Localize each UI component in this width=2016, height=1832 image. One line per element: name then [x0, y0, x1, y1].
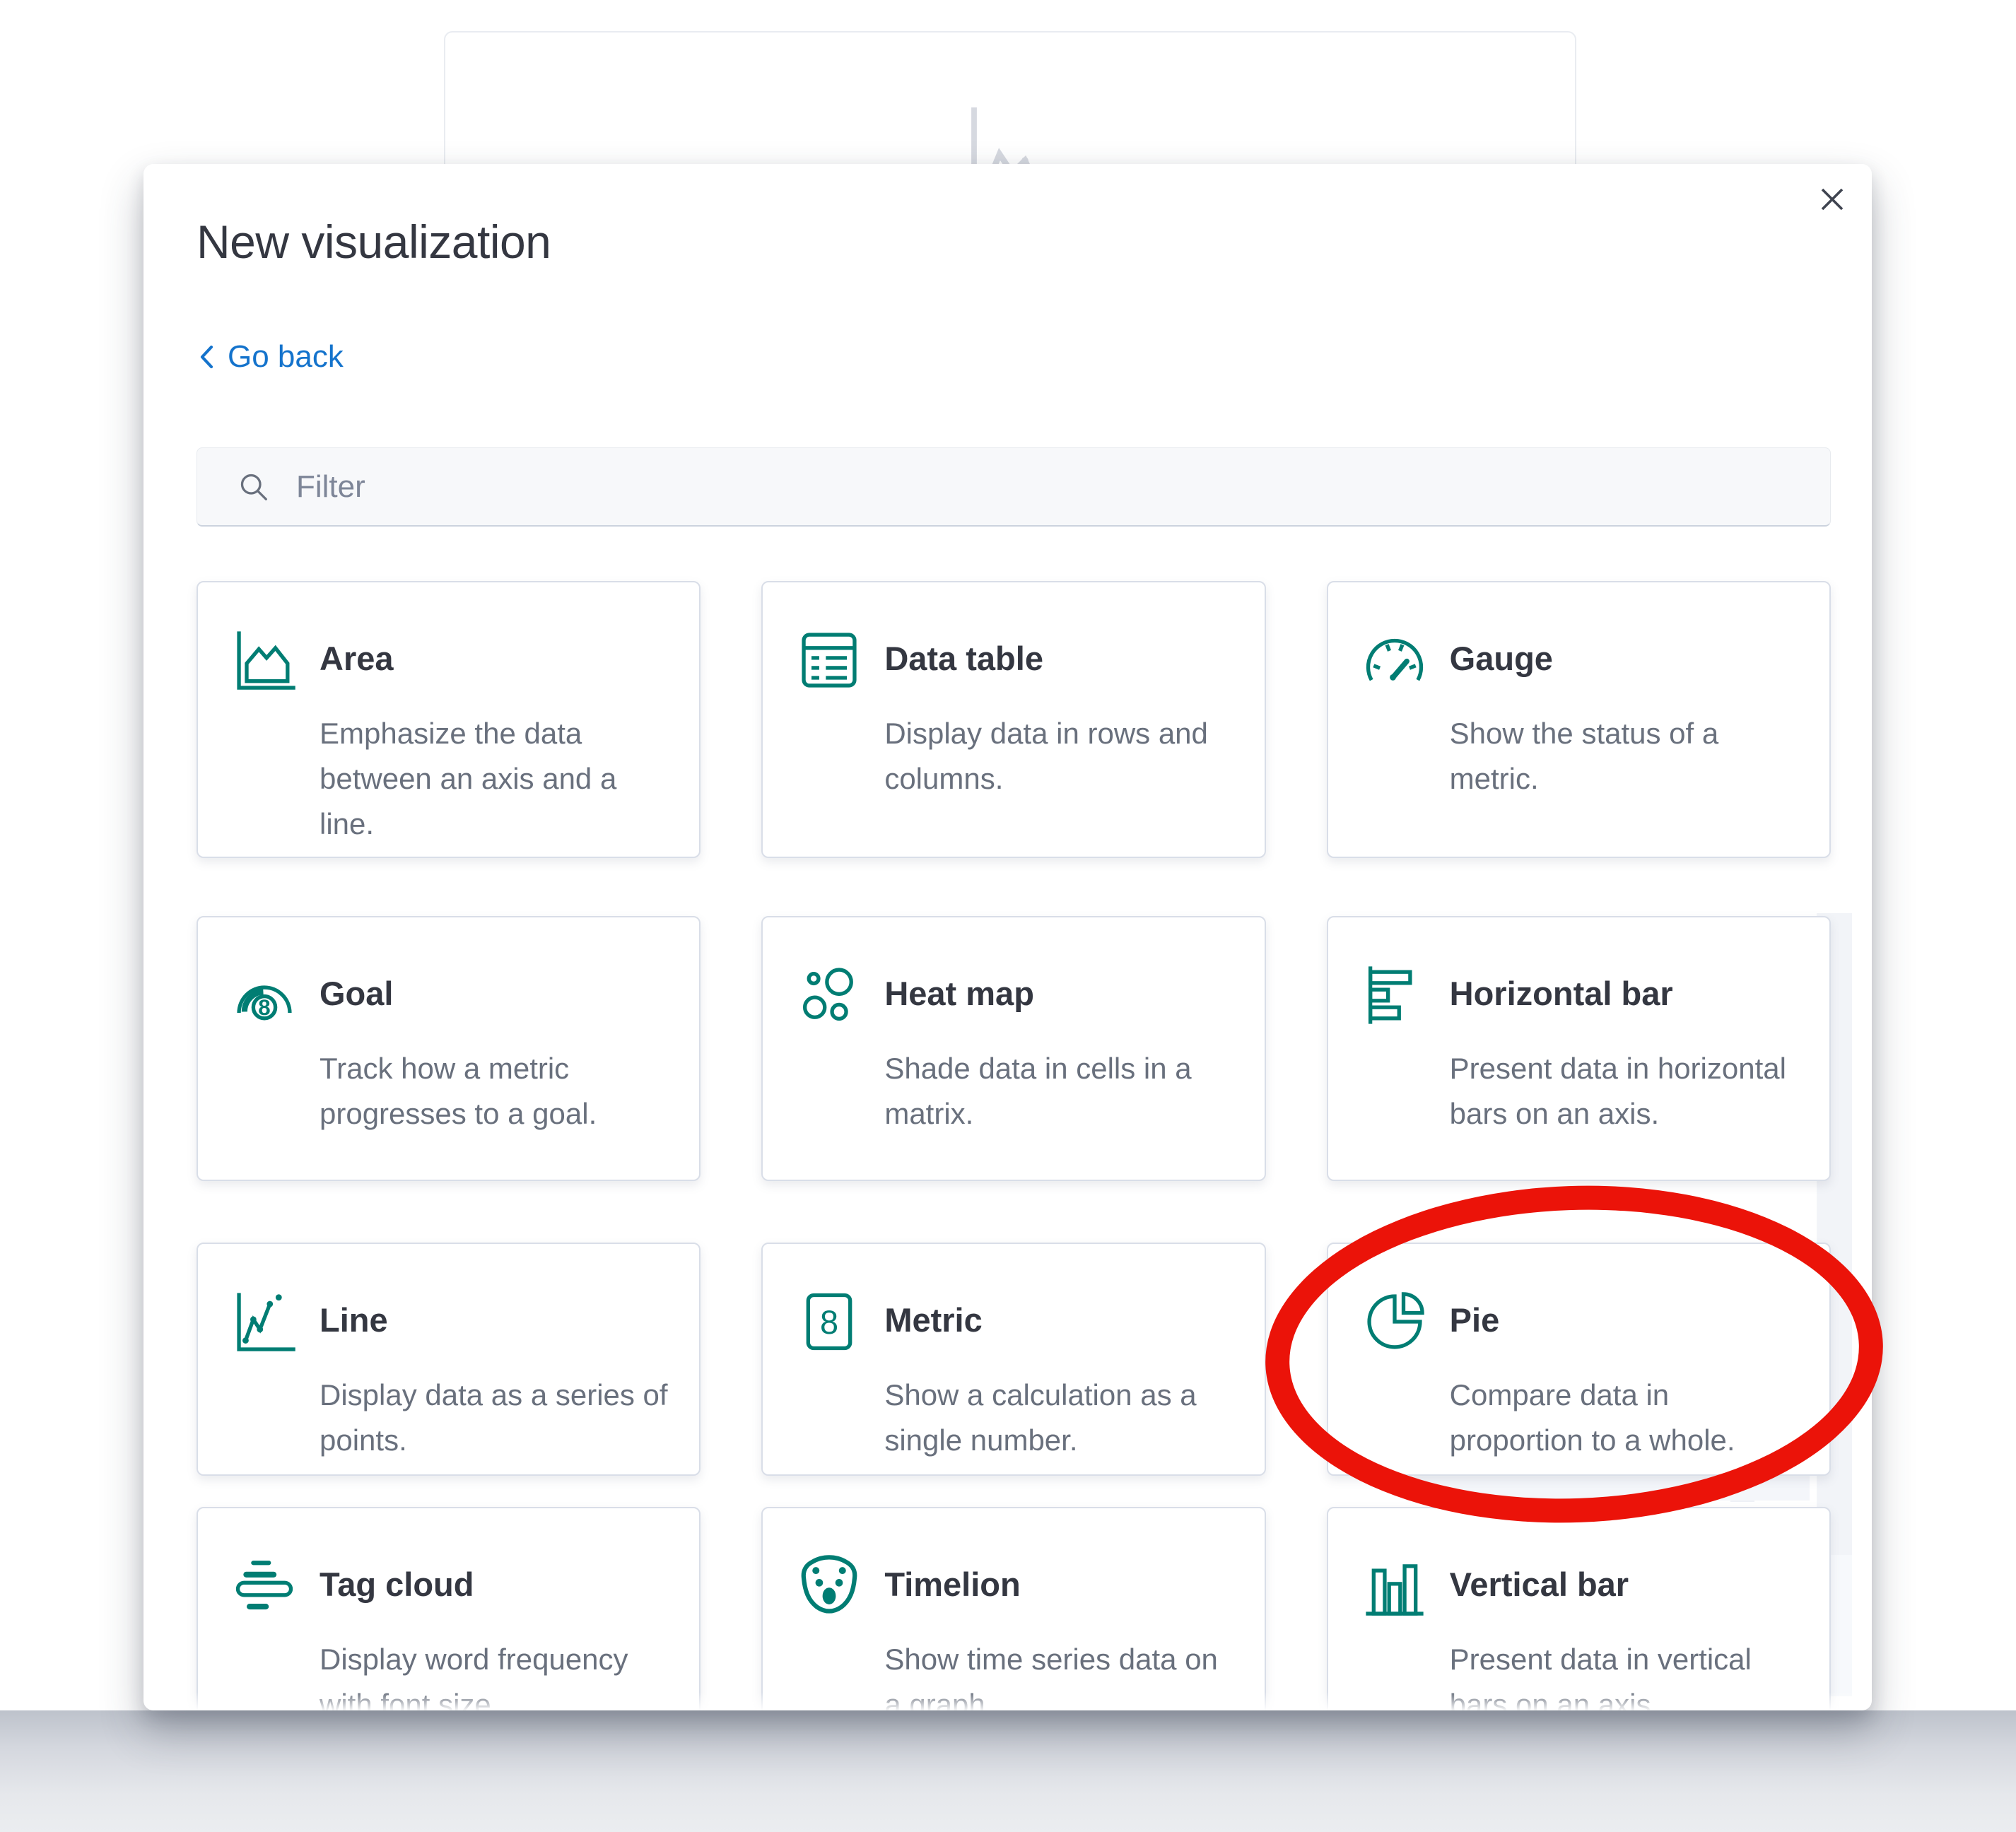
- card-title: Line: [320, 1300, 388, 1339]
- area-chart-icon: [229, 625, 300, 695]
- card-description: Emphasize the data between an axis and a…: [320, 711, 674, 847]
- vis-type-card-line[interactable]: Line Display data as a series of points.: [197, 1243, 701, 1476]
- vis-type-card-tag-cloud[interactable]: Tag cloud Display word frequency with fo…: [197, 1507, 701, 1710]
- card-description: Show a calculation as a single number.: [884, 1373, 1238, 1463]
- svg-text:8: 8: [820, 1304, 838, 1341]
- card-description: Display data as a series of points.: [320, 1373, 674, 1463]
- vis-type-card-horizontal-bar[interactable]: Horizontal bar Present data in horizonta…: [1327, 916, 1831, 1181]
- card-title: Vertical bar: [1450, 1565, 1629, 1604]
- card-title: Tag cloud: [320, 1565, 474, 1604]
- go-back-label: Go back: [228, 339, 344, 375]
- card-row-1: Area Emphasize the data between an axis …: [197, 581, 1831, 858]
- heat-map-icon: [794, 960, 865, 1030]
- modal-title: New visualization: [197, 215, 551, 269]
- filter-input[interactable]: [295, 469, 1802, 505]
- data-table-icon: [794, 625, 865, 695]
- filter-field: [197, 447, 1831, 527]
- vis-type-card-vertical-bar[interactable]: Vertical bar Present data in vertical ba…: [1327, 1507, 1831, 1710]
- card-row-2: 8 Goal Track how a metric progresses to …: [197, 916, 1831, 1181]
- card-title: Heat map: [884, 974, 1034, 1013]
- card-description: Track how a metric progresses to a goal.: [320, 1046, 674, 1137]
- card-title: Metric: [884, 1300, 982, 1339]
- svg-text:8: 8: [258, 995, 270, 1020]
- card-title: Goal: [320, 974, 393, 1013]
- vertical-bar-icon: [1359, 1551, 1430, 1621]
- vis-type-card-area[interactable]: Area Emphasize the data between an axis …: [197, 581, 701, 858]
- go-back-link[interactable]: Go back: [197, 339, 344, 375]
- card-title: Area: [320, 639, 394, 678]
- page-background-bottom: [0, 1710, 2016, 1832]
- vis-type-card-gauge[interactable]: Gauge Show the status of a metric.: [1327, 581, 1831, 858]
- card-description: Present data in horizontal bars on an ax…: [1450, 1046, 1804, 1137]
- search-icon: [237, 470, 271, 504]
- close-icon[interactable]: [1812, 180, 1852, 219]
- page: New visualization Go back Area Empha: [0, 0, 2016, 1832]
- gauge-icon: [1359, 625, 1430, 695]
- card-description: Show the status of a metric.: [1450, 711, 1804, 802]
- card-row-4: Tag cloud Display word frequency with fo…: [197, 1507, 1831, 1710]
- goal-icon: 8: [229, 960, 300, 1030]
- line-chart-icon: [229, 1286, 300, 1357]
- vis-type-card-metric[interactable]: 8 Metric Show a calculation as a single …: [761, 1243, 1265, 1476]
- card-title: Horizontal bar: [1450, 974, 1673, 1013]
- vis-type-card-data-table[interactable]: Data table Display data in rows and colu…: [761, 581, 1265, 858]
- vis-type-card-timelion[interactable]: Timelion Show time series data on a grap…: [761, 1507, 1265, 1710]
- chevron-left-icon: [197, 341, 216, 372]
- card-title: Data table: [884, 639, 1043, 678]
- card-description: Shade data in cells in a matrix.: [884, 1046, 1238, 1137]
- vis-type-card-goal[interactable]: 8 Goal Track how a metric progresses to …: [197, 916, 701, 1181]
- metric-icon: 8: [794, 1286, 865, 1357]
- vis-type-card-heat-map[interactable]: Heat map Shade data in cells in a matrix…: [761, 916, 1265, 1181]
- card-description: Display data in rows and columns.: [884, 711, 1238, 802]
- card-title: Timelion: [884, 1565, 1020, 1604]
- modal-bottom-fade: [143, 1692, 1872, 1710]
- tag-cloud-icon: [229, 1551, 300, 1621]
- card-title: Gauge: [1450, 639, 1553, 678]
- timelion-bear-icon: [794, 1551, 865, 1621]
- horizontal-bar-icon: [1359, 960, 1430, 1030]
